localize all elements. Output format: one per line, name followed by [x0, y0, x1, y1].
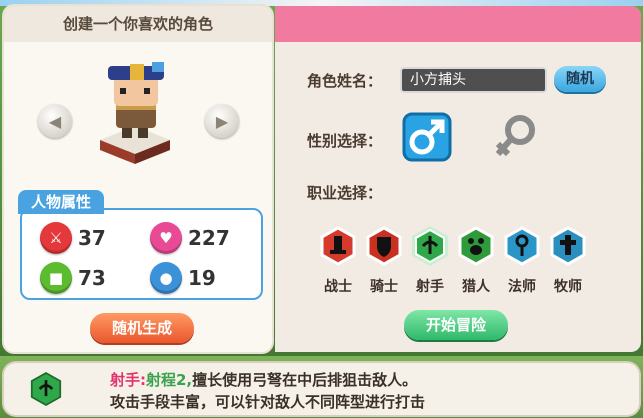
attributes-title: 人物属性 [18, 190, 104, 214]
description-class-name: 射手: [110, 371, 146, 389]
stat-defense-value: 73 [78, 266, 106, 290]
shield-icon: ■ [40, 262, 72, 294]
boot-icon: ● [150, 262, 182, 294]
mage-icon [504, 226, 540, 266]
stat-attack: ⚔ 37 [40, 222, 106, 254]
stat-health-value: 227 [188, 226, 230, 250]
priest-icon [550, 226, 586, 266]
random-name-button[interactable]: 随机 [554, 66, 606, 92]
panel-title: 创建一个你喜欢的角色 [4, 6, 272, 42]
stat-attack-value: 37 [78, 226, 106, 250]
class-description-line1: 射手:射程2,擅长使用弓弩在中后排狙击敌人。 [110, 369, 417, 390]
stat-speed-value: 19 [188, 266, 216, 290]
class-description-line2: 攻击手段丰富，可以针对敌人不同阵型进行打击 [110, 393, 426, 411]
knight-shield-icon [366, 226, 402, 266]
class-warrior-label: 战士 [324, 279, 352, 295]
warrior-icon [320, 226, 356, 266]
class-mage-label: 法师 [508, 279, 536, 295]
class-warrior[interactable]: 战士 [318, 226, 358, 296]
description-range: 射程2, [146, 371, 193, 389]
stat-speed: ● 19 [150, 262, 216, 294]
character-settings-panel [275, 6, 641, 352]
arrow-left-icon: ◀ [48, 111, 62, 131]
stat-health: ♥ 227 [150, 222, 230, 254]
class-priest-label: 牧师 [554, 279, 582, 295]
start-adventure-button[interactable]: 开始冒险 [404, 310, 508, 340]
class-priest[interactable]: 牧师 [548, 226, 588, 296]
archer-icon [412, 226, 448, 266]
gender-female-button[interactable] [490, 112, 540, 162]
class-knight-label: 骑士 [370, 279, 398, 295]
class-mage[interactable]: 法师 [502, 226, 542, 296]
paw-icon [458, 226, 494, 266]
heart-icon: ♥ [150, 222, 182, 254]
class-hunter-label: 猎人 [462, 279, 490, 295]
gender-label: 性别选择： [307, 132, 383, 150]
class-hunter[interactable]: 猎人 [456, 226, 496, 296]
class-archer[interactable]: 射手 [410, 226, 450, 296]
archer-icon [30, 371, 62, 407]
settings-header [275, 6, 641, 42]
character-avatar [100, 62, 170, 164]
random-generate-button[interactable]: 随机生成 [90, 313, 194, 343]
class-knight[interactable]: 骑士 [364, 226, 404, 296]
gender-male-button[interactable] [402, 112, 452, 162]
name-label: 角色姓名： [307, 72, 383, 90]
description-text: 擅长使用弓弩在中后排狙击敌人。 [192, 371, 418, 389]
stat-defense: ■ 73 [40, 262, 106, 294]
next-character-button[interactable]: ▶ [205, 104, 239, 138]
character-preview-panel: 创建一个你喜欢的角色 [4, 6, 272, 352]
arrow-right-icon: ▶ [215, 111, 229, 131]
sword-icon: ⚔ [40, 222, 72, 254]
class-label: 职业选择： [307, 184, 383, 202]
prev-character-button[interactable]: ◀ [38, 104, 72, 138]
class-archer-label: 射手 [416, 279, 444, 295]
character-name-input[interactable]: 小方捕头 [400, 67, 547, 93]
